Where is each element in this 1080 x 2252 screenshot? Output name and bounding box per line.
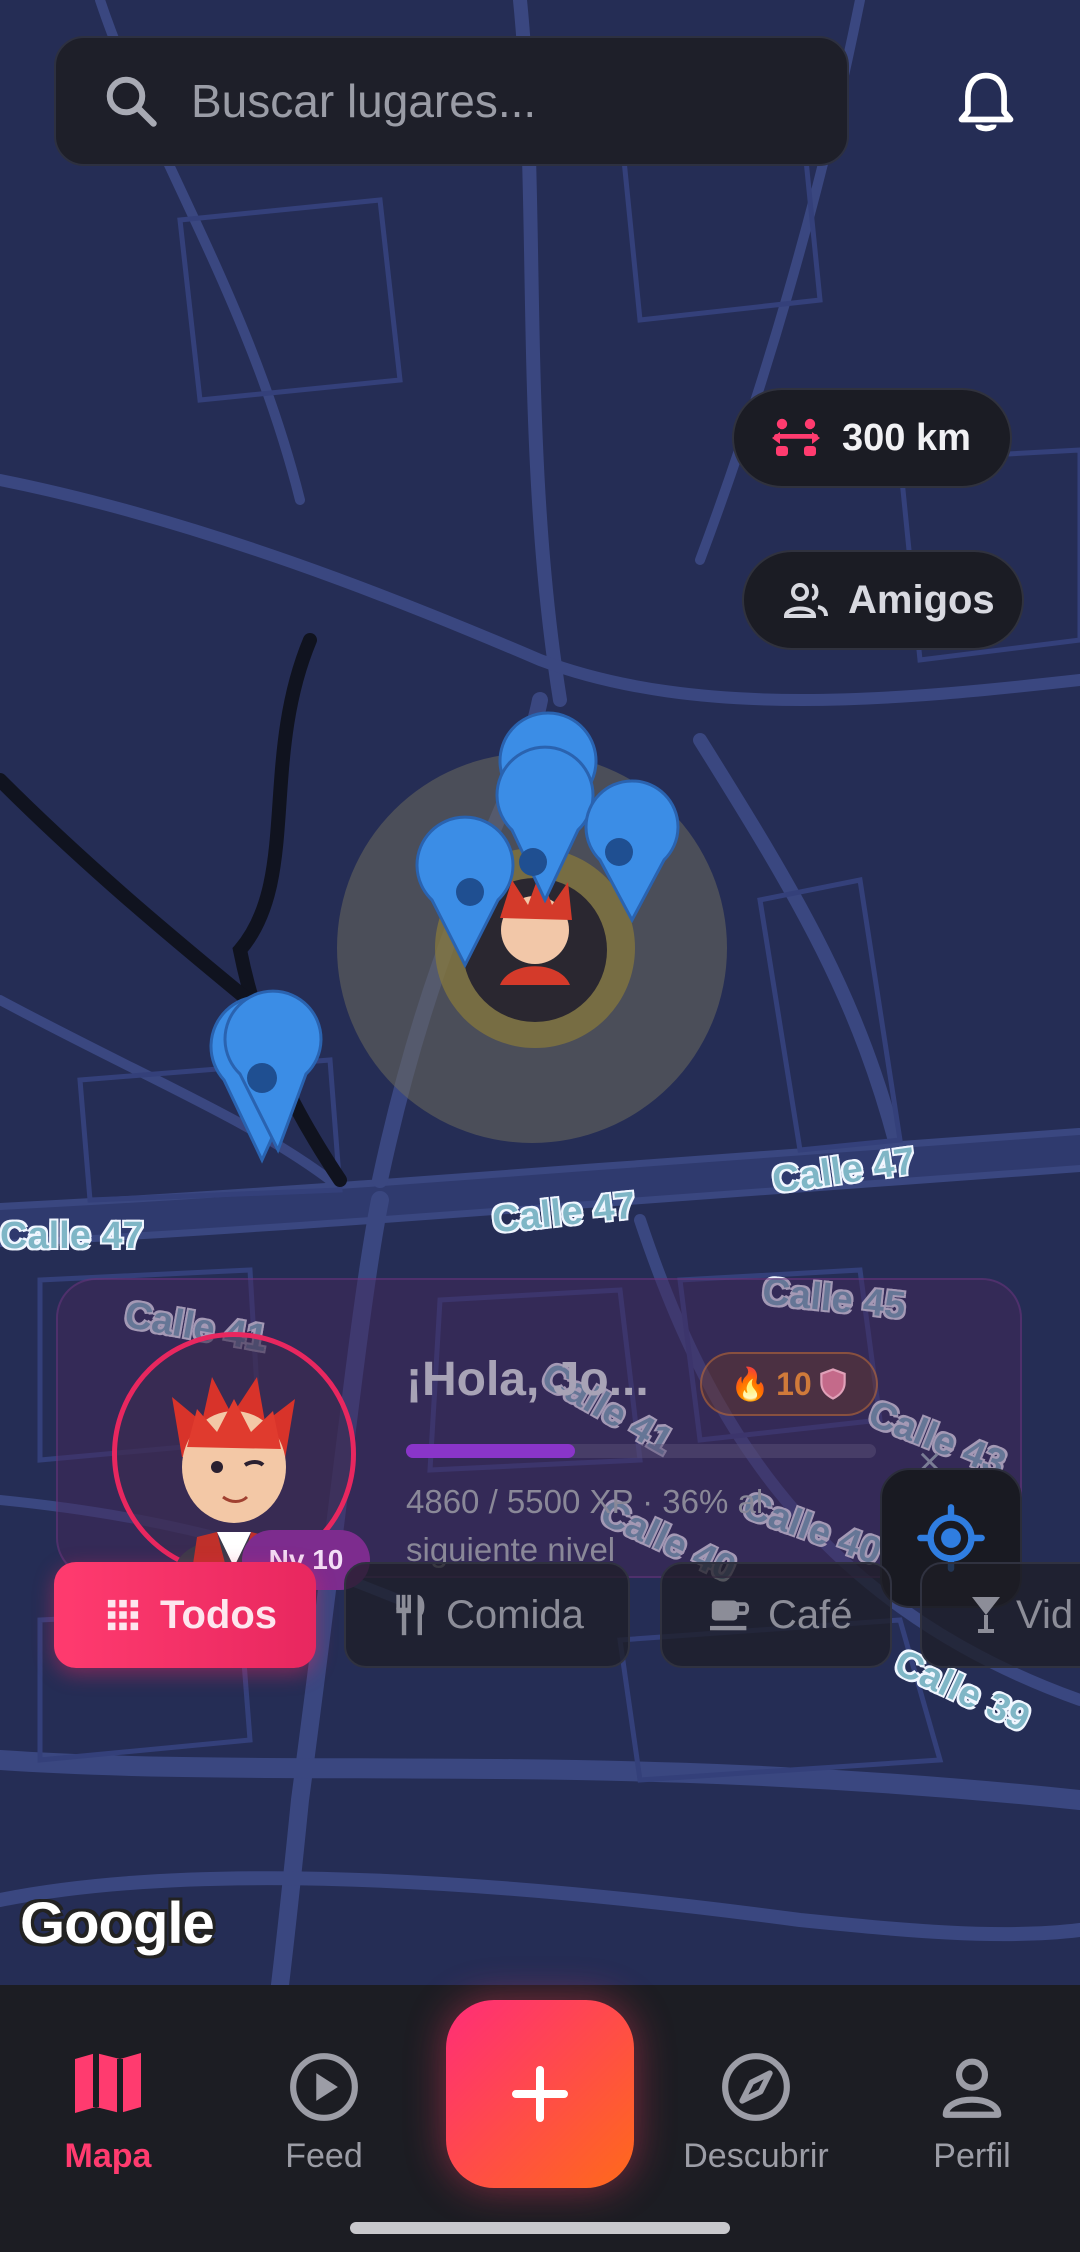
nav-label: Feed: [285, 2137, 363, 2175]
search-input[interactable]: Buscar lugares...: [191, 74, 536, 128]
xp-progress-bar: [406, 1444, 876, 1458]
nav-label: Mapa: [64, 2137, 152, 2175]
greeting-text: ¡Hola, Jo...: [406, 1353, 649, 1406]
distance-filter-button[interactable]: 300 km: [732, 388, 1012, 488]
category-label: Café: [768, 1592, 853, 1637]
search-icon: [106, 76, 157, 127]
category-chip-cafe[interactable]: Café: [660, 1562, 892, 1668]
nav-item-feed[interactable]: Feed: [234, 2050, 414, 2176]
nav-label: Perfil: [933, 2137, 1011, 2175]
compass-icon: [722, 2053, 790, 2121]
coffee-icon: [710, 1600, 750, 1631]
distance-icon: [772, 418, 820, 456]
person-icon: [942, 2058, 1002, 2118]
people-icon: [783, 583, 828, 618]
fire-icon: 🔥: [730, 1366, 771, 1402]
distance-label: 300 km: [842, 416, 971, 459]
map-view[interactable]: Calle 47 Calle 47 Calle 47 Calle 41 Call…: [0, 0, 1080, 1985]
category-label: Comida: [446, 1592, 584, 1637]
friends-label: Amigos: [848, 577, 995, 622]
search-bar[interactable]: Buscar lugares...: [54, 36, 849, 166]
grid-icon: [107, 1599, 139, 1631]
nav-label: Descubrir: [683, 2137, 829, 2175]
map-icon: [75, 2053, 141, 2113]
add-button[interactable]: [446, 2000, 634, 2188]
shield-icon: [819, 1368, 846, 1400]
drink-icon: [972, 1597, 1000, 1633]
friends-filter-button[interactable]: Amigos: [742, 550, 1024, 650]
play-circle-icon: [290, 2053, 358, 2121]
nav-item-mapa[interactable]: Mapa: [18, 2050, 198, 2176]
nav-item-descubrir[interactable]: Descubrir: [666, 2050, 846, 2176]
xp-text: 4860 / 5500 XP · 36% al siguiente nivel: [406, 1483, 764, 1568]
category-chip-vid[interactable]: Vid: [920, 1562, 1080, 1668]
category-label: Vid: [1016, 1592, 1074, 1637]
xp-progress-fill: [406, 1444, 576, 1458]
google-attribution: Google: [20, 1891, 215, 1956]
plus-icon: [512, 2066, 568, 2122]
restaurant-icon: [396, 1594, 425, 1636]
streak-count: 10: [776, 1365, 812, 1402]
category-chip-comida[interactable]: Comida: [344, 1562, 630, 1668]
streak-badge: 🔥 10: [700, 1352, 878, 1416]
home-indicator: [350, 2222, 730, 2234]
bell-icon[interactable]: [955, 70, 1017, 138]
street-label: Calle 47: [0, 1215, 144, 1257]
category-chip-todos[interactable]: Todos: [54, 1562, 316, 1668]
category-label: Todos: [160, 1592, 278, 1637]
nav-item-perfil[interactable]: Perfil: [882, 2050, 1062, 2176]
